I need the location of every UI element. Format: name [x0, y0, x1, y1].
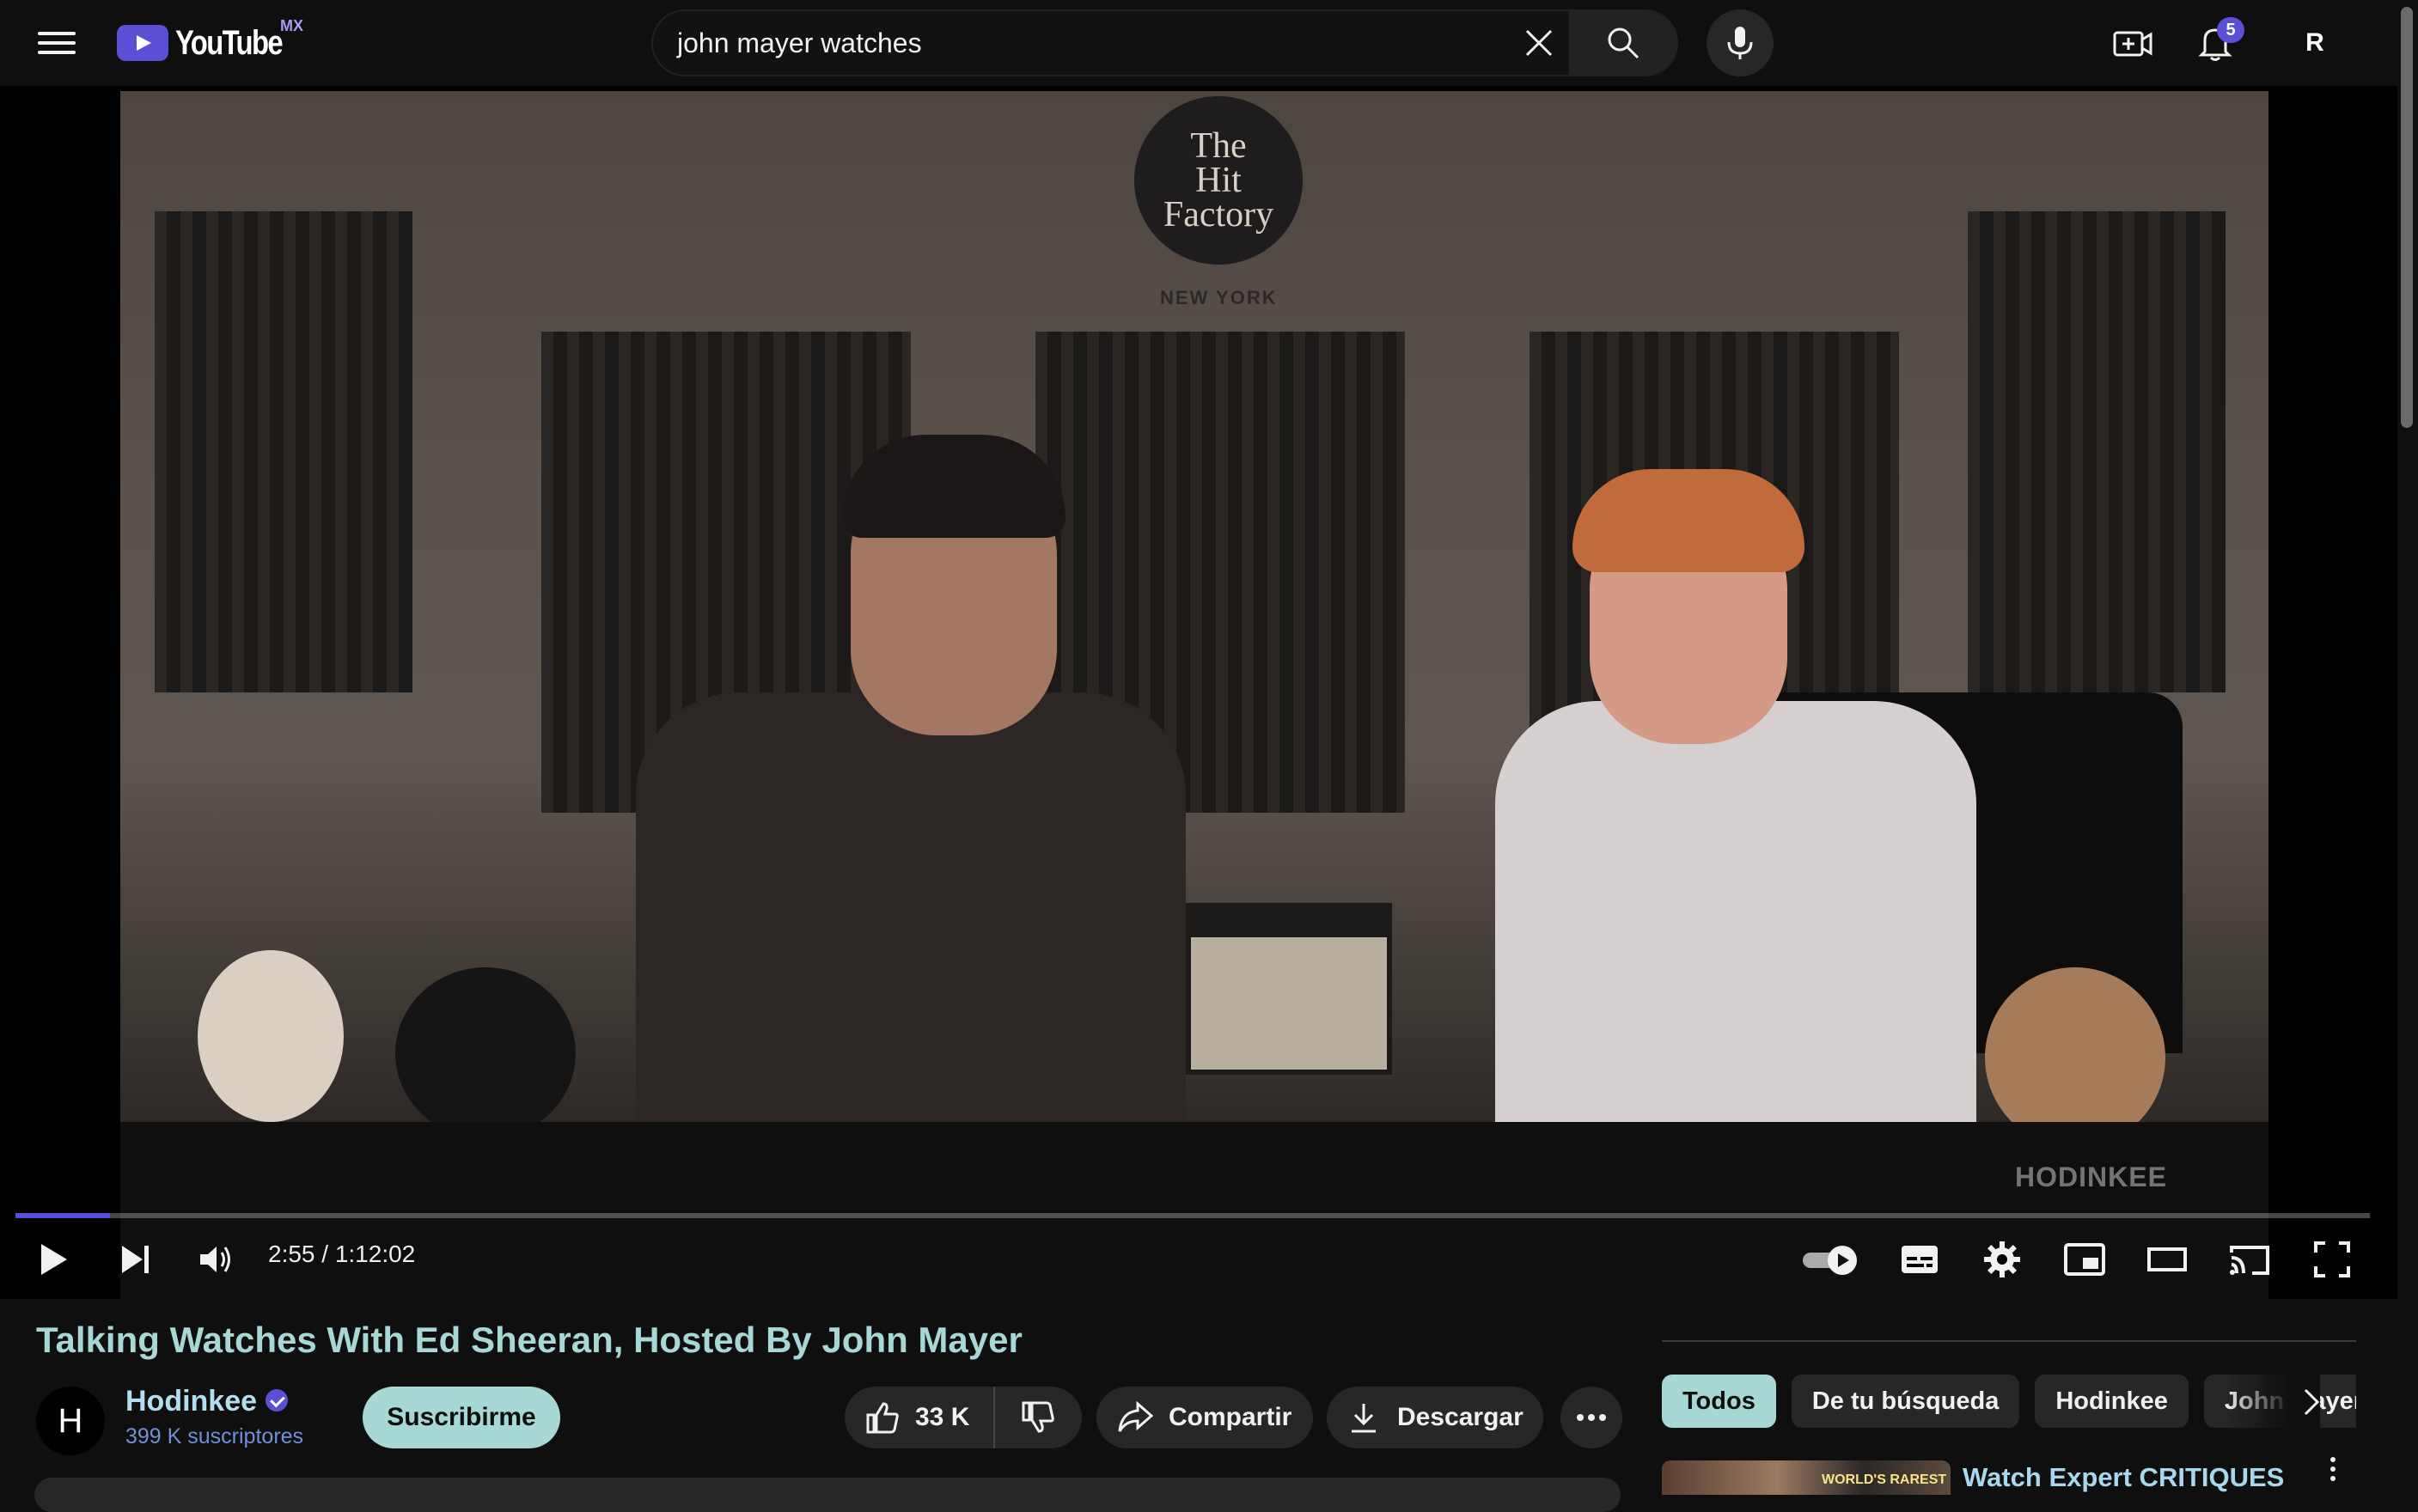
play-icon	[41, 1244, 67, 1275]
sidebar-divider	[1662, 1340, 2356, 1342]
autoplay-icon	[1803, 1246, 1857, 1275]
share-button[interactable]: Compartir	[1096, 1387, 1313, 1448]
masthead: YouTube MX john mayer watches 5 R	[0, 0, 2418, 86]
theater-mode-button[interactable]	[2140, 1232, 2195, 1287]
thumbs-up-icon	[866, 1402, 899, 1434]
download-icon	[1352, 1404, 1376, 1433]
create-button[interactable]	[2109, 19, 2157, 67]
channel-name: Hodinkee	[125, 1385, 258, 1418]
studio-panel	[155, 211, 412, 692]
notification-badge: 5	[2217, 17, 2244, 43]
next-button[interactable]	[108, 1232, 163, 1287]
cast-icon	[2230, 1246, 2269, 1275]
sign-line: Hit	[1195, 161, 1242, 200]
chevron-right-icon	[2304, 1388, 2320, 1416]
search-input[interactable]: john mayer watches	[653, 27, 1509, 59]
guitar-left	[198, 950, 344, 1122]
description-box[interactable]	[34, 1478, 1621, 1512]
account-avatar[interactable]: R	[2291, 19, 2339, 67]
region-code: MX	[280, 17, 303, 34]
guitar-right	[1985, 967, 2165, 1148]
person-right-hair	[1572, 469, 1804, 572]
volume-button[interactable]	[189, 1232, 244, 1287]
time-display: 2:55 / 1:12:02	[268, 1241, 416, 1267]
hamburger-icon[interactable]	[38, 26, 76, 60]
guitar-acoustic	[395, 967, 576, 1139]
video-frame[interactable]: The Hit Factory NEW YORK HODINKEE	[120, 91, 2268, 1299]
like-dislike-group: 33 K	[845, 1387, 1082, 1448]
channel-avatar[interactable]: H	[36, 1387, 105, 1455]
filter-chip[interactable]: Hodinkee	[2035, 1375, 2189, 1428]
progress-played	[15, 1213, 110, 1218]
scrollbar-thumb[interactable]	[2401, 7, 2413, 428]
search-icon	[1608, 27, 1639, 59]
share-label: Compartir	[1169, 1403, 1292, 1431]
more-actions-button[interactable]	[1560, 1387, 1622, 1448]
download-label: Descargar	[1397, 1403, 1523, 1431]
share-icon	[1118, 1401, 1153, 1432]
person-right	[1495, 701, 1976, 1148]
create-video-icon	[2113, 31, 2152, 57]
voice-search-button[interactable]	[1707, 9, 1774, 76]
video-title: Talking Watches With Ed Sheeran, Hosted …	[36, 1320, 1023, 1360]
subscribe-button[interactable]: Suscribirme	[363, 1387, 560, 1448]
fullscreen-icon	[2314, 1241, 2350, 1277]
search-button[interactable]	[1569, 11, 1676, 75]
avatar-initial: R	[2305, 28, 2324, 57]
download-button[interactable]: Descargar	[1327, 1387, 1543, 1448]
play-button[interactable]	[26, 1232, 81, 1287]
like-count: 33 K	[915, 1403, 970, 1431]
person-left	[636, 692, 1186, 1139]
gear-icon	[1984, 1241, 2020, 1277]
cast-button[interactable]	[2222, 1232, 2277, 1287]
studio-sign: The Hit Factory	[1134, 96, 1303, 265]
video-player[interactable]: The Hit Factory NEW YORK HODINKEE 2:55 /…	[0, 86, 2397, 1299]
verified-icon	[266, 1389, 289, 1412]
subtitles-button[interactable]	[1892, 1232, 1947, 1287]
dislike-button[interactable]	[995, 1387, 1081, 1448]
page-scrollbar[interactable]	[2397, 0, 2418, 1495]
progress-bar[interactable]	[15, 1213, 2370, 1218]
skip-next-icon	[122, 1246, 149, 1273]
notifications-button[interactable]: 5	[2191, 17, 2244, 67]
close-icon[interactable]	[1509, 11, 1569, 75]
microphone-icon	[1727, 27, 1753, 59]
thumbs-down-icon	[1022, 1401, 1055, 1433]
fullscreen-button[interactable]	[2305, 1232, 2360, 1287]
search-box: john mayer watches	[651, 9, 1678, 76]
recommendation-thumbnail[interactable]: WORLD'S RAREST	[1662, 1460, 1951, 1495]
channel-avatar-letter: H	[58, 1401, 83, 1440]
more-vertical-icon[interactable]	[2320, 1450, 2346, 1488]
filter-chip[interactable]: Todos	[1662, 1375, 1776, 1428]
recommendation-title[interactable]: Watch Expert CRITIQUES	[1963, 1462, 2284, 1493]
logo-wordmark: YouTube	[175, 23, 284, 62]
sign-line: Factory	[1163, 195, 1274, 235]
subtitles-icon	[1902, 1246, 1938, 1273]
subscriber-count: 399 K suscriptores	[125, 1424, 304, 1448]
miniplayer-button[interactable]	[2057, 1232, 2112, 1287]
more-horizontal-icon	[1577, 1414, 1606, 1421]
like-button[interactable]: 33 K	[845, 1387, 996, 1448]
theater-icon	[2147, 1247, 2187, 1271]
studio-sign-sub: NEW YORK	[1160, 287, 1278, 308]
settings-button[interactable]	[1975, 1232, 2030, 1287]
volume-icon	[200, 1247, 230, 1272]
amplifier	[1186, 903, 1392, 1075]
studio-panel	[1968, 211, 2226, 692]
channel-name-link[interactable]: Hodinkee	[125, 1385, 289, 1418]
youtube-logo[interactable]: YouTube MX	[117, 17, 305, 67]
person-left-hair	[842, 435, 1066, 538]
autoplay-toggle[interactable]	[1799, 1232, 1863, 1287]
thumbnail-text: WORLD'S RAREST	[1822, 1472, 1947, 1487]
filter-chip[interactable]: De tu búsqueda	[1791, 1375, 2020, 1428]
chips-next-button[interactable]	[2287, 1378, 2336, 1426]
miniplayer-icon	[2064, 1243, 2105, 1276]
sign-line: The	[1190, 126, 1247, 166]
youtube-play-icon	[117, 25, 168, 61]
channel-watermark: HODINKEE	[2015, 1161, 2167, 1192]
